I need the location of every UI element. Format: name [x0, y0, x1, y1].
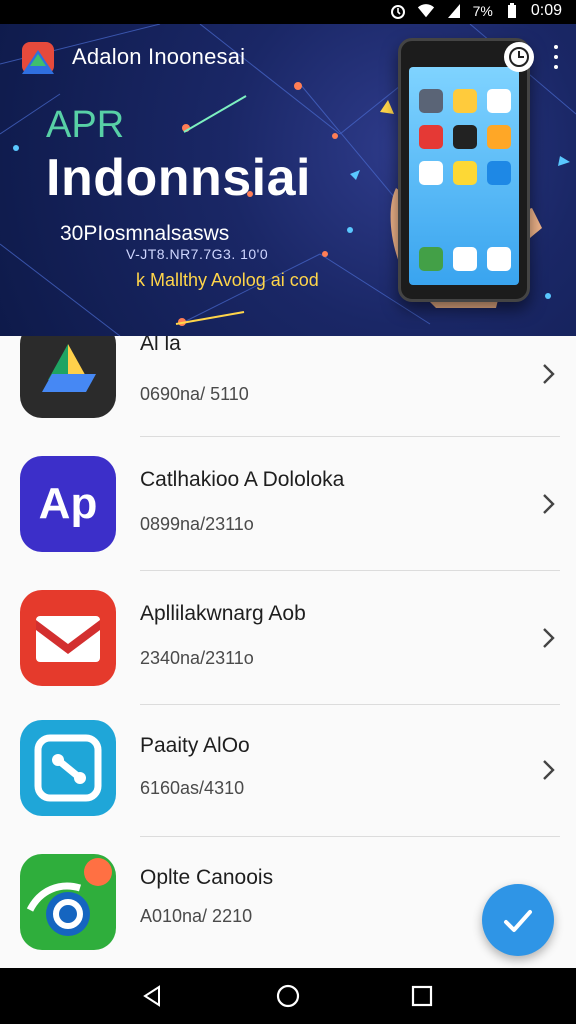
gmail-icon	[20, 590, 116, 686]
phone-app-icon	[487, 161, 511, 185]
phone-screen	[409, 67, 519, 285]
hero-banner: Adalon Inoonesai APR Indonnsiai 30PIosmn…	[0, 24, 576, 336]
status-bar: 7% 0:09	[0, 0, 576, 24]
wifi-icon	[417, 2, 435, 20]
clock-icon[interactable]	[504, 42, 534, 72]
phone-app-icon	[487, 89, 511, 113]
battery-icon	[503, 2, 521, 20]
alarm-icon	[389, 2, 407, 20]
system-nav-bar	[0, 968, 576, 1024]
phone-mockup	[398, 38, 530, 302]
divider	[140, 570, 560, 571]
back-icon[interactable]	[138, 982, 166, 1010]
phone-app-icon	[419, 161, 443, 185]
divider	[140, 836, 560, 837]
chevron-right-icon	[543, 364, 555, 384]
phone-app-icon	[419, 247, 443, 271]
phone-dock	[419, 247, 511, 271]
battery-percent: 7%	[472, 3, 493, 19]
signal-icon	[445, 2, 463, 20]
phone-app-icon	[487, 247, 511, 271]
list-item[interactable]: Al la 0690na/ 5110	[0, 336, 576, 438]
remote-tools-icon	[20, 720, 116, 816]
list-item[interactable]: Paaity AlOo 6160as/4310	[0, 706, 576, 840]
chevron-right-icon	[543, 494, 555, 514]
recents-icon[interactable]	[408, 982, 436, 1010]
list-item[interactable]: Apllilakwnarg Aob 2340na/2311o	[0, 572, 576, 706]
app-name: Oplte Canoois	[140, 866, 274, 889]
ap-letters-icon: Ap	[20, 456, 116, 552]
status-icons: 7% 0:09	[389, 2, 562, 20]
divider	[140, 704, 560, 705]
phone-app-icon	[453, 161, 477, 185]
app-name: Paaity AlOo	[140, 734, 250, 757]
phone-app-icon	[453, 89, 477, 113]
svg-text:Ap: Ap	[39, 479, 98, 528]
hero-small-title: APR	[46, 104, 125, 146]
google-drive-icon	[20, 336, 116, 418]
app-logo-icon	[20, 40, 56, 76]
app-meta: 6160as/4310	[140, 778, 245, 798]
phone-app-icon	[419, 125, 443, 149]
hero-tagline: k Mallthy Avolog ai cod	[136, 270, 319, 290]
more-vert-icon[interactable]	[552, 45, 560, 69]
check-icon	[504, 910, 532, 932]
chevron-right-icon	[543, 628, 555, 648]
app-name: Al la	[140, 336, 181, 355]
list-item[interactable]: Ap Catlhakioo A Dololoka 0899na/2311o	[0, 438, 576, 572]
location-badge-icon	[20, 854, 116, 950]
phone-app-grid	[419, 89, 511, 185]
fab-check-button[interactable]	[482, 884, 554, 956]
app-name: Catlhakioo A Dololoka	[140, 468, 345, 491]
chevron-right-icon	[543, 760, 555, 780]
app-meta: 2340na/2311o	[140, 648, 254, 668]
app-meta: 0690na/ 5110	[140, 384, 249, 404]
banner-top-actions	[504, 42, 560, 72]
home-icon[interactable]	[274, 982, 302, 1010]
status-time: 0:09	[530, 2, 562, 19]
phone-app-icon	[487, 125, 511, 149]
divider	[140, 436, 560, 437]
app-name: Apllilakwnarg Aob	[140, 602, 306, 625]
hero-title: Indonnsiai	[46, 149, 311, 207]
phone-app-icon	[419, 89, 443, 113]
phone-app-icon	[453, 125, 477, 149]
app-meta: 0899na/2311o	[140, 514, 254, 534]
app-title: Adalon Inoonesai	[72, 44, 246, 69]
app-meta: A010na/ 2210	[140, 906, 253, 926]
phone-app-icon	[453, 247, 477, 271]
app-list: Al la 0690na/ 5110 Ap Catlhakioo A Dolol…	[0, 336, 576, 968]
hero-subtitle: 30PIosmnalsasws	[60, 222, 230, 245]
hero-code: V-JT8.NR7.7G3. 10'0	[126, 246, 269, 262]
